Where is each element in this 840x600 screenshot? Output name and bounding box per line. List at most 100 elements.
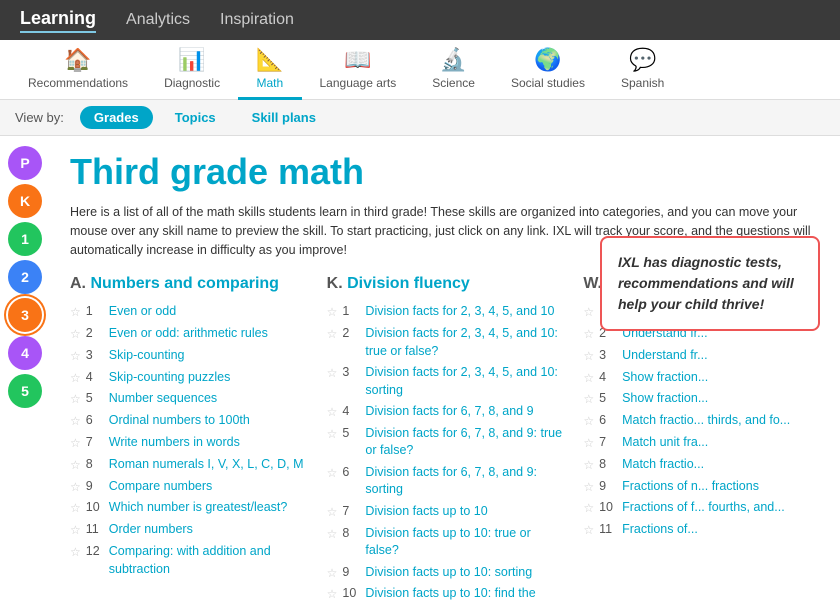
nav-learning[interactable]: Learning (20, 8, 96, 33)
skill-link[interactable]: Division facts for 6, 7, 8, and 9: sorti… (365, 464, 563, 499)
subject-recommendations-label: Recommendations (28, 76, 128, 90)
skill-link[interactable]: Skip-counting (109, 347, 185, 365)
section-a-title: A. Numbers and comparing (70, 275, 307, 293)
social-studies-icon: 🌍 (534, 47, 561, 73)
skill-link[interactable]: Compare numbers (109, 478, 213, 496)
list-item: ☆5Division facts for 6, 7, 8, and 9: tru… (327, 425, 564, 460)
grade-k-circle[interactable]: K (8, 184, 42, 218)
skill-link[interactable]: Division facts for 2, 3, 4, 5, and 10: t… (365, 325, 563, 360)
list-item: ☆3Skip-counting (70, 347, 307, 365)
skill-link[interactable]: Skip-counting puzzles (109, 369, 231, 387)
subject-social-studies-label: Social studies (511, 76, 585, 90)
skill-link[interactable]: Number sequences (109, 390, 217, 408)
list-item: ☆4Skip-counting puzzles (70, 369, 307, 387)
skill-link[interactable]: Understand fr... (622, 347, 707, 365)
list-item: ☆7Match unit fra... (583, 434, 820, 452)
skill-link[interactable]: Fractions of n... fractions (622, 478, 759, 496)
subject-recommendations[interactable]: 🏠 Recommendations (10, 40, 146, 100)
section-w-list: ☆1Identify equal parts ☆2Understand fr..… (583, 303, 820, 539)
section-a-list: ☆1Even or odd ☆2Even or odd: arithmetic … (70, 303, 307, 578)
tooltip-box: IXL has diagnostic tests, recommendation… (600, 236, 820, 331)
nav-analytics[interactable]: Analytics (126, 11, 190, 29)
subject-diagnostic[interactable]: 📊 Diagnostic (146, 40, 238, 100)
list-item: ☆7Division facts up to 10 (327, 503, 564, 521)
list-item: ☆1Even or odd (70, 303, 307, 321)
page-title: Third grade math (70, 151, 820, 193)
tooltip-text: IXL has diagnostic tests, recommendation… (618, 254, 794, 312)
view-by-bar: View by: Grades Topics Skill plans (0, 100, 840, 136)
skill-link[interactable]: Division facts up to 10: true or false? (365, 525, 563, 560)
skill-link[interactable]: Division facts for 2, 3, 4, 5, and 10: s… (365, 364, 563, 399)
skill-link[interactable]: Order numbers (109, 521, 193, 539)
list-item: ☆5Show fraction... (583, 390, 820, 408)
view-topics-button[interactable]: Topics (161, 106, 230, 129)
skill-link[interactable]: Ordinal numbers to 100th (109, 412, 250, 430)
grade-2-circle[interactable]: 2 (8, 260, 42, 294)
list-item: ☆10Which number is greatest/least? (70, 499, 307, 517)
subject-nav: 🏠 Recommendations 📊 Diagnostic 📐 Math 📖 … (0, 40, 840, 100)
list-item: ☆11Order numbers (70, 521, 307, 539)
grade-3-circle[interactable]: 3 (8, 298, 42, 332)
list-item: ☆8Roman numerals I, V, X, L, C, D, M (70, 456, 307, 474)
skill-link[interactable]: Show fraction... (622, 390, 708, 408)
subject-language-arts[interactable]: 📖 Language arts (302, 40, 415, 100)
subject-social-studies[interactable]: 🌍 Social studies (493, 40, 603, 100)
subject-science[interactable]: 🔬 Science (414, 40, 493, 100)
skill-link[interactable]: Write numbers in words (109, 434, 240, 452)
skill-link[interactable]: Match fractio... (622, 456, 704, 474)
skill-link[interactable]: Fractions of f... fourths, and... (622, 499, 785, 517)
skill-link[interactable]: Fractions of... (622, 521, 698, 539)
list-item: ☆9Compare numbers (70, 478, 307, 496)
list-item: ☆8Division facts up to 10: true or false… (327, 525, 564, 560)
list-item: ☆6Match fractio... thirds, and fo... (583, 412, 820, 430)
subject-language-arts-label: Language arts (320, 76, 397, 90)
skill-link[interactable]: Division facts for 6, 7, 8, and 9 (365, 403, 533, 421)
subject-spanish-label: Spanish (621, 76, 664, 90)
language-arts-icon: 📖 (344, 47, 371, 73)
skill-link[interactable]: Division facts for 2, 3, 4, 5, and 10 (365, 303, 554, 321)
view-grades-button[interactable]: Grades (80, 106, 153, 129)
science-icon: 🔬 (440, 47, 467, 73)
list-item: ☆11Fractions of... (583, 521, 820, 539)
subject-math-label: Math (256, 76, 283, 90)
subject-diagnostic-label: Diagnostic (164, 76, 220, 90)
grade-4-circle[interactable]: 4 (8, 336, 42, 370)
list-item: ☆2Division facts for 2, 3, 4, 5, and 10:… (327, 325, 564, 360)
skill-link[interactable]: Match fractio... thirds, and fo... (622, 412, 790, 430)
subject-science-label: Science (432, 76, 475, 90)
skill-link[interactable]: Match unit fra... (622, 434, 708, 452)
grade-5-circle[interactable]: 5 (8, 374, 42, 408)
skill-link[interactable]: Even or odd: arithmetic rules (109, 325, 268, 343)
skill-link[interactable]: Even or odd (109, 303, 176, 321)
view-by-label: View by: (15, 110, 64, 125)
top-nav: Learning Analytics Inspiration (0, 0, 840, 40)
skill-link[interactable]: Division facts up to 10 (365, 503, 487, 521)
section-k-title: K. Division fluency (327, 275, 564, 293)
grade-p-circle[interactable]: P (8, 146, 42, 180)
skill-link[interactable]: Division facts for 6, 7, 8, and 9: true … (365, 425, 563, 460)
subject-math[interactable]: 📐 Math (238, 40, 301, 100)
section-a: A. Numbers and comparing ☆1Even or odd ☆… (70, 275, 307, 600)
skill-link[interactable]: Comparing: with addition and subtraction (109, 543, 307, 578)
skill-link[interactable]: Division facts up to 10: find the (365, 585, 535, 600)
skill-link[interactable]: Which number is greatest/least? (109, 499, 288, 517)
skill-link[interactable]: Division facts up to 10: sorting (365, 564, 532, 582)
skill-link[interactable]: Roman numerals I, V, X, L, C, D, M (109, 456, 304, 474)
spanish-icon: 💬 (629, 47, 656, 73)
skill-link[interactable]: Show fraction... (622, 369, 708, 387)
list-item: ☆6Division facts for 6, 7, 8, and 9: sor… (327, 464, 564, 499)
list-item: ☆1Division facts for 2, 3, 4, 5, and 10 (327, 303, 564, 321)
list-item: ☆10Fractions of f... fourths, and... (583, 499, 820, 517)
subject-spanish[interactable]: 💬 Spanish (603, 40, 682, 100)
nav-inspiration[interactable]: Inspiration (220, 11, 294, 29)
list-item: ☆9Fractions of n... fractions (583, 478, 820, 496)
list-item: ☆3Understand fr... (583, 347, 820, 365)
math-icon: 📐 (256, 47, 283, 73)
list-item: ☆6Ordinal numbers to 100th (70, 412, 307, 430)
view-skill-plans-button[interactable]: Skill plans (238, 106, 330, 129)
list-item: ☆5Number sequences (70, 390, 307, 408)
list-item: ☆2Even or odd: arithmetic rules (70, 325, 307, 343)
list-item: ☆12Comparing: with addition and subtract… (70, 543, 307, 578)
grade-1-circle[interactable]: 1 (8, 222, 42, 256)
list-item: ☆3Division facts for 2, 3, 4, 5, and 10:… (327, 364, 564, 399)
